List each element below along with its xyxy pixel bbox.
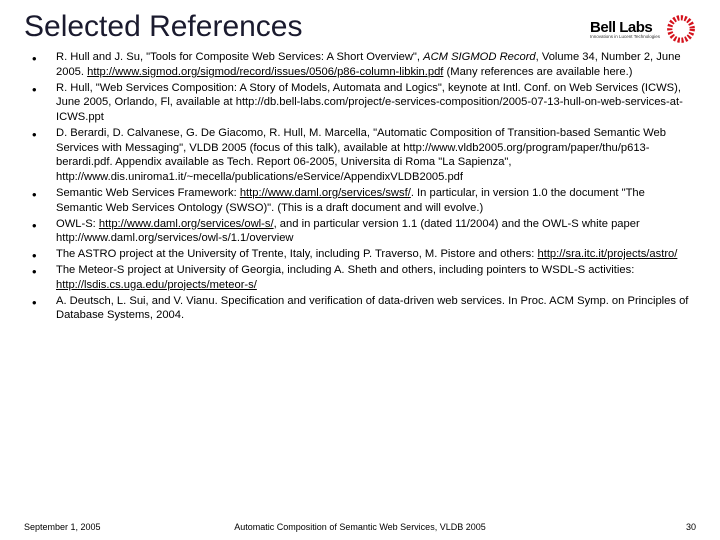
logo-subtext: Innovations in Lucent Technologies	[590, 34, 660, 39]
ref-text: A. Deutsch, L. Sui, and V. Vianu. Specif…	[56, 295, 688, 322]
ref-link[interactable]: http://sra.itc.it/projects/astro/	[537, 248, 677, 260]
ref-text: D. Berardi, D. Calvanese, G. De Giacomo,…	[56, 127, 666, 183]
footer-date: September 1, 2005	[24, 522, 101, 532]
ref-text: The ASTRO project at the University of T…	[56, 248, 537, 260]
ref-text: OWL-S:	[56, 218, 99, 230]
ref-item: R. Hull and J. Su, "Tools for Composite …	[26, 50, 694, 80]
footer-page-number: 30	[686, 522, 696, 532]
slide-footer: September 1, 2005 Automatic Composition …	[0, 522, 720, 532]
ref-item: R. Hull, "Web Services Composition: A St…	[26, 81, 694, 125]
ref-link[interactable]: http://lsdis.cs.uga.edu/projects/meteor-…	[56, 279, 257, 291]
ref-text: R. Hull and J. Su, "Tools for Composite …	[56, 51, 423, 63]
footer-title: Automatic Composition of Semantic Web Se…	[234, 522, 485, 532]
bell-labs-logo: Bell Labs Innovations in Lucent Technolo…	[590, 14, 696, 44]
ref-item: OWL-S: http://www.daml.org/services/owl-…	[26, 217, 694, 247]
ref-item: A. Deutsch, L. Sui, and V. Vianu. Specif…	[26, 294, 694, 324]
ref-item: The Meteor-S project at University of Ge…	[26, 263, 694, 293]
ref-link[interactable]: http://www.daml.org/services/swsf/	[240, 187, 411, 199]
ring-icon	[666, 14, 696, 44]
ref-item: Semantic Web Services Framework: http://…	[26, 186, 694, 216]
ref-item: D. Berardi, D. Calvanese, G. De Giacomo,…	[26, 126, 694, 185]
ref-text: The Meteor-S project at University of Ge…	[56, 264, 634, 276]
ref-text: Semantic Web Services Framework:	[56, 187, 240, 199]
ref-link[interactable]: http://www.sigmod.org/sigmod/record/issu…	[87, 66, 443, 78]
reference-list: R. Hull and J. Su, "Tools for Composite …	[0, 50, 720, 323]
ref-journal: ACM SIGMOD Record	[423, 51, 536, 63]
page-title: Selected References	[24, 10, 303, 44]
ref-link[interactable]: http://www.daml.org/services/owl-s/	[99, 218, 274, 230]
ref-text: (Many references are available here.)	[443, 66, 632, 78]
ref-text: R. Hull, "Web Services Composition: A St…	[56, 82, 683, 124]
ref-item: The ASTRO project at the University of T…	[26, 247, 694, 262]
